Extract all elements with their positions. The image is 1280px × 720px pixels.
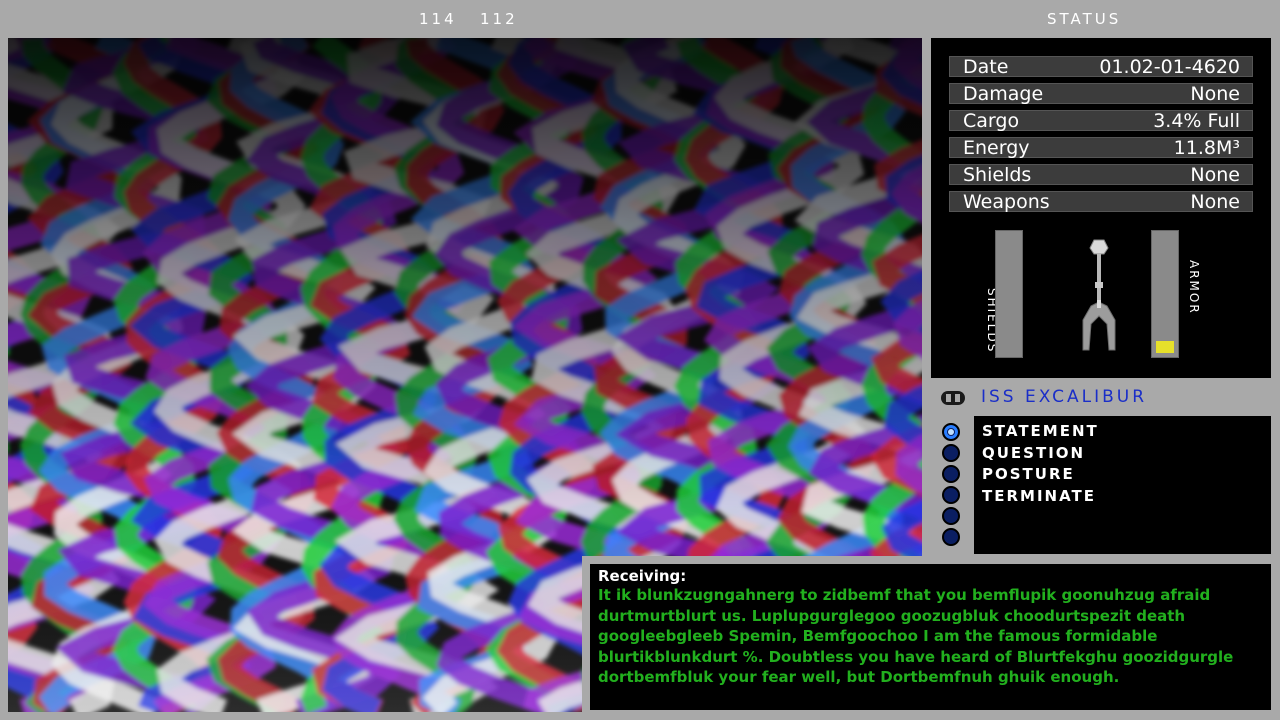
- response-option-posture[interactable]: POSTURE: [982, 465, 1075, 483]
- response-option-question[interactable]: QUESTION: [982, 444, 1085, 462]
- coordinate-y: 112: [480, 10, 518, 28]
- message-body: It ik blunkzugngahnerg to zidbemf that y…: [598, 586, 1234, 686]
- status-row-shields: Shields None: [949, 164, 1253, 185]
- ship-name: ISS EXCALIBUR: [981, 387, 1148, 407]
- response-panel: STATEMENT QUESTION POSTURE TERMINATE: [974, 416, 1271, 554]
- status-label: Weapons: [963, 191, 1050, 213]
- status-row-date: Date 01.02-01-4620: [949, 56, 1253, 77]
- message-heading: Receiving:: [598, 567, 687, 585]
- coordinate-x: 114: [419, 10, 457, 28]
- status-value: 01.02-01-4620: [1099, 56, 1240, 78]
- response-option-terminate[interactable]: TERMINATE: [982, 487, 1096, 505]
- status-row-weapons: Weapons None: [949, 191, 1253, 212]
- ship-emblem-icon: [941, 391, 965, 405]
- status-value: None: [1190, 164, 1240, 186]
- status-label: Damage: [963, 83, 1044, 105]
- status-label: Date: [963, 56, 1009, 78]
- status-label: Shields: [963, 164, 1032, 186]
- shields-gauge: [995, 230, 1023, 358]
- status-value: None: [1190, 191, 1240, 213]
- ship-diagram-icon: [1082, 239, 1116, 351]
- status-row-damage: Damage None: [949, 83, 1253, 104]
- status-title: STATUS: [1047, 10, 1122, 28]
- response-radio-empty[interactable]: [942, 507, 960, 525]
- armor-gauge-fill: [1156, 341, 1174, 353]
- status-row-energy: Energy 11.8M³: [949, 137, 1253, 158]
- status-label: Cargo: [963, 110, 1020, 132]
- armor-gauge: [1151, 230, 1179, 358]
- response-radio-empty[interactable]: [942, 528, 960, 546]
- response-radio-terminate[interactable]: [942, 486, 960, 504]
- status-row-cargo: Cargo 3.4% Full: [949, 110, 1253, 131]
- response-option-statement[interactable]: STATEMENT: [982, 422, 1099, 440]
- message-panel: Receiving: It ik blunkzugngahnerg to zid…: [590, 564, 1271, 710]
- status-panel: Date 01.02-01-4620 Damage None Cargo 3.4…: [931, 38, 1271, 378]
- response-radio-statement[interactable]: [942, 423, 960, 441]
- response-radio-question[interactable]: [942, 444, 960, 462]
- status-label: Energy: [963, 137, 1030, 159]
- status-value: 3.4% Full: [1153, 110, 1240, 132]
- armor-gauge-label: ARMOR: [1187, 260, 1201, 315]
- status-value: None: [1190, 83, 1240, 105]
- response-radio-posture[interactable]: [942, 465, 960, 483]
- status-value: 11.8M³: [1173, 137, 1240, 159]
